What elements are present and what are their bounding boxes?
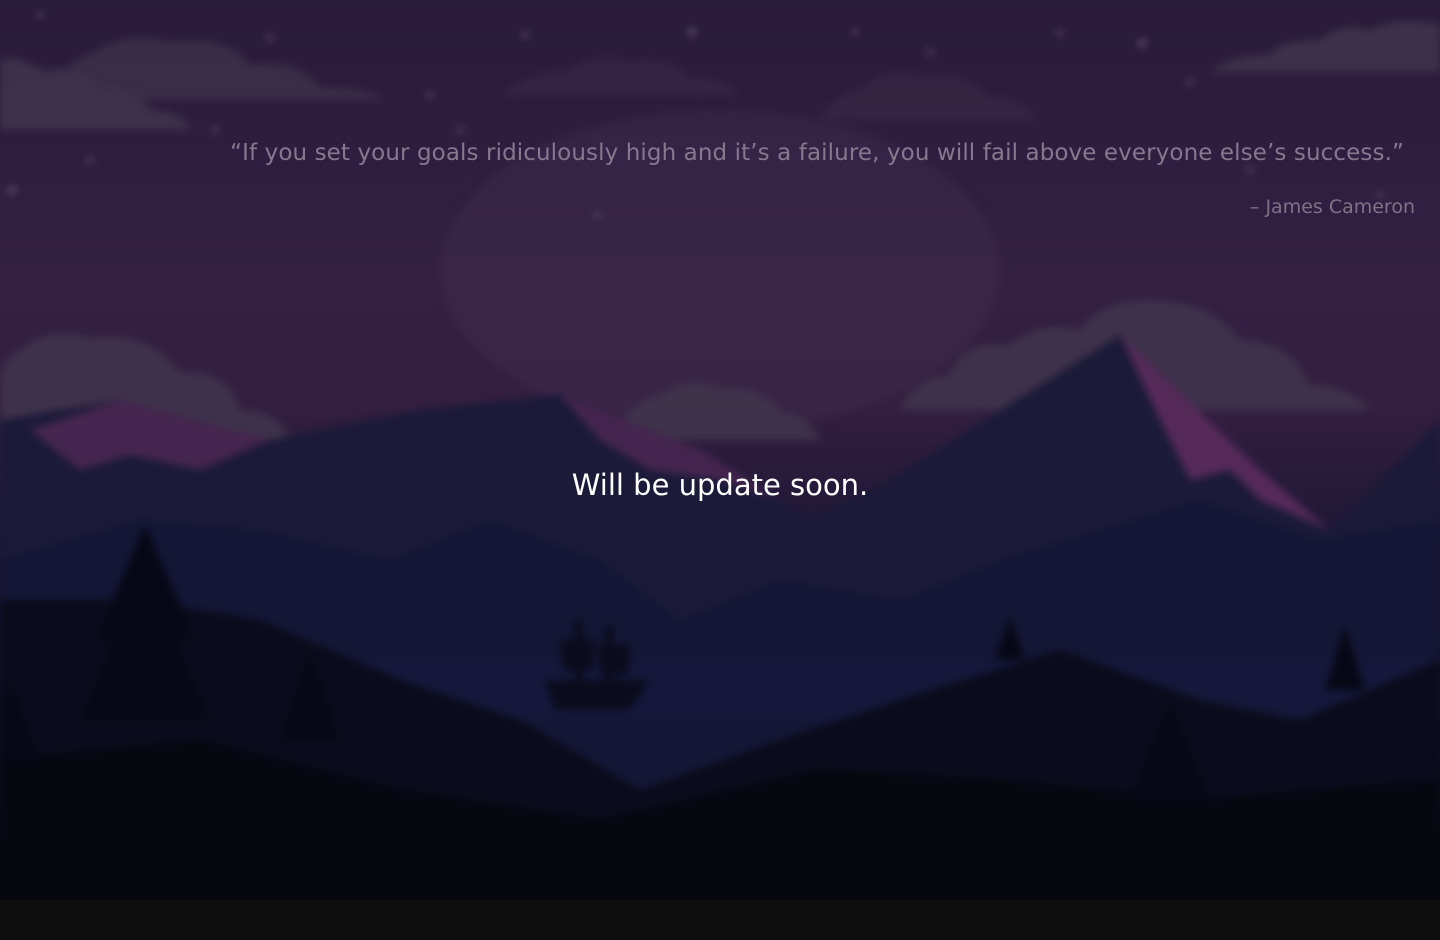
quote-author: – James Cameron: [1249, 196, 1415, 218]
footer-bar: [0, 900, 1440, 940]
status-message: Will be update soon.: [571, 468, 869, 502]
quote-text: “If you set your goals ridiculously high…: [230, 140, 1404, 166]
hero-section: “If you set your goals ridiculously high…: [0, 0, 1440, 900]
dark-overlay: [0, 0, 1440, 900]
